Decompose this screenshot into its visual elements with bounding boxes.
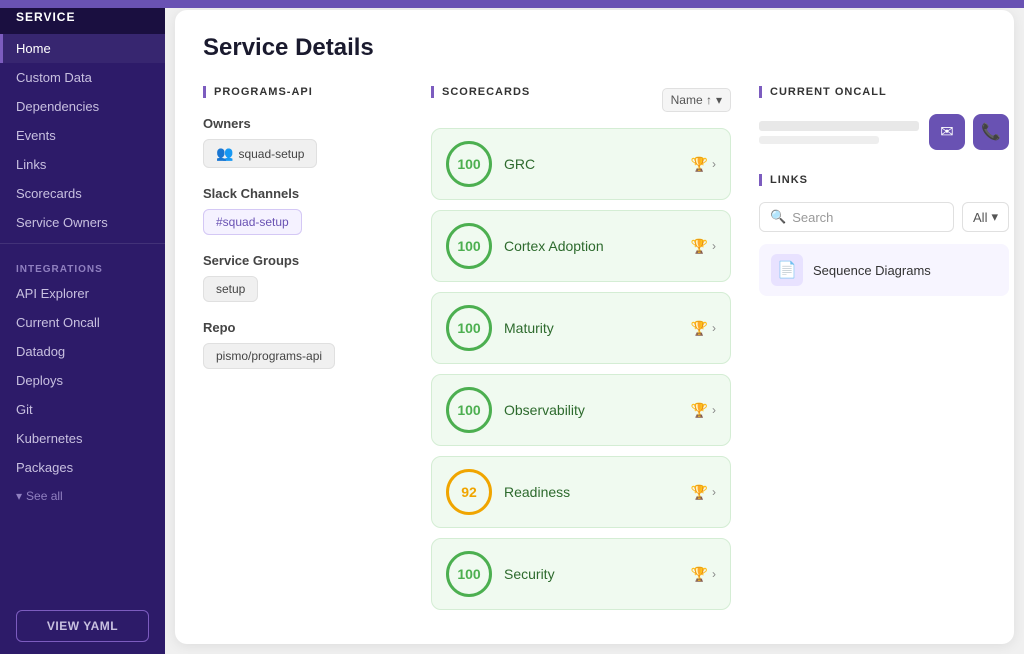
trophy-icon: 🏆 <box>691 320 708 337</box>
links-section: LINKS 🔍 Search All ▾ 📄 Sequence D <box>759 174 1009 296</box>
programs-api-panel: PROGRAMS-API Owners 👥 squad-setup Slack … <box>203 86 403 620</box>
repo-chip[interactable]: pismo/programs-api <box>203 343 335 369</box>
sidebar-item-current-oncall[interactable]: Current Oncall <box>0 308 165 337</box>
search-icon: 🔍 <box>770 209 786 225</box>
links-search-row: 🔍 Search All ▾ <box>759 202 1009 232</box>
view-yaml-button[interactable]: VIEW YAML <box>16 610 149 642</box>
scorecard-grc[interactable]: 100 GRC 🏆 › <box>431 128 731 200</box>
score-circle-readiness: 92 <box>446 469 492 515</box>
chevron-right-icon: › <box>712 567 716 581</box>
see-all-button[interactable]: ▾ See all <box>0 482 165 510</box>
trophy-silver-icon: 🏆 <box>691 238 708 255</box>
oncall-section-title: CURRENT ONCALL <box>759 86 1009 98</box>
owner-chip[interactable]: 👥 squad-setup <box>203 139 317 168</box>
integrations-section-label: INTEGRATIONS <box>0 250 165 279</box>
repo-label: Repo <box>203 320 403 335</box>
scorecard-security[interactable]: 100 Security 🏆 › <box>431 538 731 610</box>
page-title: Service Details <box>203 34 986 62</box>
sidebar-item-kubernetes[interactable]: Kubernetes <box>0 424 165 453</box>
chevron-right-icon: › <box>712 485 716 499</box>
scorecard-name-grc: GRC <box>504 156 679 172</box>
oncall-actions: ✉ 📞 <box>929 114 1009 150</box>
links-label: Links <box>16 157 46 172</box>
sidebar-item-home[interactable]: Home <box>0 34 165 63</box>
trophy-icon: 🏆 <box>691 402 708 419</box>
slack-label: Slack Channels <box>203 186 403 201</box>
groups-label: Service Groups <box>203 253 403 268</box>
sidebar-item-custom-data[interactable]: Custom Data <box>0 63 165 92</box>
trophy-icon: 🏆 <box>691 484 708 501</box>
chevron-right-icon: › <box>712 403 716 417</box>
scorecards-panel: SCORECARDS Name ↑ ▾ 100 GRC 🏆 › 100 <box>431 86 731 620</box>
sidebar-item-deploys[interactable]: Deploys <box>0 366 165 395</box>
sort-control[interactable]: Name ↑ ▾ <box>662 88 731 112</box>
sidebar-item-packages[interactable]: Packages <box>0 453 165 482</box>
right-panel: CURRENT ONCALL ✉ 📞 LINKS <box>759 86 1009 620</box>
scorecard-observability[interactable]: 100 Observability 🏆 › <box>431 374 731 446</box>
chevron-right-icon: › <box>712 157 716 171</box>
events-label: Events <box>16 128 56 143</box>
scorecard-badge-maturity: 🏆 › <box>691 320 716 337</box>
scorecard-readiness[interactable]: 92 Readiness 🏆 › <box>431 456 731 528</box>
scorecard-maturity[interactable]: 100 Maturity 🏆 › <box>431 292 731 364</box>
oncall-section: CURRENT ONCALL ✉ 📞 <box>759 86 1009 150</box>
scorecard-badge-cortex: 🏆 › <box>691 238 716 255</box>
link-item-sequence-diagrams[interactable]: 📄 Sequence Diagrams <box>759 244 1009 296</box>
people-icon: 👥 <box>216 145 233 162</box>
sidebar: SERVICE Home Custom Data Dependencies Ev… <box>0 0 165 654</box>
programs-api-section-title: PROGRAMS-API <box>203 86 403 98</box>
home-label: Home <box>16 41 51 56</box>
score-circle-observability: 100 <box>446 387 492 433</box>
oncall-person: ✉ 📞 <box>759 114 1009 150</box>
scorecard-badge-security: 🏆 › <box>691 566 716 583</box>
scorecard-badge-grc: 🏆 › <box>691 156 716 173</box>
slack-channel-chip[interactable]: #squad-setup <box>203 209 302 235</box>
oncall-email <box>759 136 879 144</box>
scorecard-name-security: Security <box>504 566 679 582</box>
scorecard-badge-readiness: 🏆 › <box>691 484 716 501</box>
owners-label: Owners <box>203 116 403 131</box>
sidebar-item-scorecards[interactable]: Scorecards <box>0 179 165 208</box>
oncall-name <box>759 121 919 131</box>
oncall-info <box>759 121 919 144</box>
dependencies-label: Dependencies <box>16 99 99 114</box>
sidebar-item-datadog[interactable]: Datadog <box>0 337 165 366</box>
link-icon-doc: 📄 <box>771 254 803 286</box>
trophy-icon: 🏆 <box>691 156 708 173</box>
custom-data-label: Custom Data <box>16 70 92 85</box>
scorecard-badge-observability: 🏆 › <box>691 402 716 419</box>
sidebar-item-events[interactable]: Events <box>0 121 165 150</box>
score-circle-maturity: 100 <box>446 305 492 351</box>
links-search-box[interactable]: 🔍 Search <box>759 202 954 232</box>
email-button[interactable]: ✉ <box>929 114 965 150</box>
scorecard-name-readiness: Readiness <box>504 484 679 500</box>
service-group-chip[interactable]: setup <box>203 276 258 302</box>
sidebar-item-dependencies[interactable]: Dependencies <box>0 92 165 121</box>
scorecard-name-cortex: Cortex Adoption <box>504 238 679 254</box>
chevron-right-icon: › <box>712 239 716 253</box>
trophy-icon: 🏆 <box>691 566 708 583</box>
chevron-down-icon: ▾ <box>716 93 722 107</box>
sidebar-item-git[interactable]: Git <box>0 395 165 424</box>
scorecard-name-observability: Observability <box>504 402 679 418</box>
scorecards-section-title: SCORECARDS <box>431 86 530 98</box>
score-circle-cortex: 100 <box>446 223 492 269</box>
sidebar-item-api-explorer[interactable]: API Explorer <box>0 279 165 308</box>
scorecard-name-maturity: Maturity <box>504 320 679 336</box>
phone-button[interactable]: 📞 <box>973 114 1009 150</box>
score-circle-grc: 100 <box>446 141 492 187</box>
sidebar-item-service-owners[interactable]: Service Owners <box>0 208 165 237</box>
service-owners-label: Service Owners <box>16 215 108 230</box>
scorecards-label: Scorecards <box>16 186 82 201</box>
chevron-right-icon: › <box>712 321 716 335</box>
chevron-down-icon: ▾ <box>991 209 998 225</box>
main-content: Service Details PROGRAMS-API Owners 👥 sq… <box>175 10 1014 644</box>
scorecard-cortex-adoption[interactable]: 100 Cortex Adoption 🏆 › <box>431 210 731 282</box>
links-filter-dropdown[interactable]: All ▾ <box>962 202 1009 232</box>
score-circle-security: 100 <box>446 551 492 597</box>
search-placeholder: Search <box>792 210 833 225</box>
sidebar-item-links[interactable]: Links <box>0 150 165 179</box>
links-section-title: LINKS <box>759 174 1009 186</box>
link-name: Sequence Diagrams <box>813 263 931 278</box>
